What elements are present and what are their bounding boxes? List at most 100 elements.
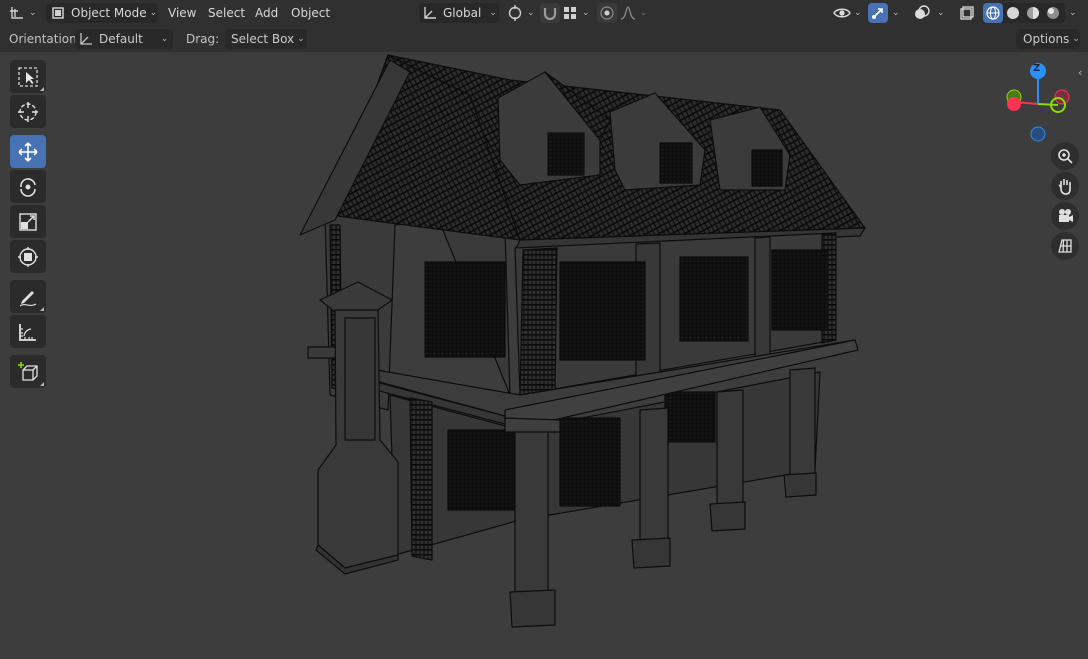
cursor-icon [18,101,38,122]
editor-type-selector[interactable]: ⌄ [8,3,42,23]
shading-solid-button[interactable] [1003,3,1023,23]
menu-select[interactable]: Select [208,4,245,22]
chevron-down-icon: ⌄ [160,34,169,44]
navigation-gizmo[interactable]: Z [1000,60,1076,146]
rotate-tool[interactable] [10,170,46,203]
proportional-edit-toggle[interactable] [597,3,617,23]
chevron-down-icon: ⌄ [29,8,37,18]
falloff-curve-icon [620,6,636,20]
chevron-down-icon: ⌄ [582,8,590,18]
wireframe-sphere-icon [986,6,1000,20]
viewport-header: ⌄ Object Mode ⌄ View Select Add Object G… [0,0,1088,26]
options-button[interactable]: Options ⌄ [1016,29,1080,49]
menu-add[interactable]: Add [255,4,278,22]
scale-icon [19,212,37,231]
rendered-sphere-icon [1047,7,1059,19]
transform-orientation-selector[interactable]: Global ⌄ [419,3,499,23]
overlay-toggle[interactable] [913,3,933,23]
material-sphere-icon [1027,7,1039,19]
move-tool[interactable] [10,135,46,168]
chevron-down-icon: ⌄ [937,8,945,18]
drag-label: Drag: [186,32,220,46]
camera-view-button[interactable] [1051,202,1079,230]
z-axis-label: Z [1033,63,1041,74]
object-mode-icon [52,7,64,19]
object-visibility-selector[interactable]: ⌄ [833,3,863,23]
scale-tool[interactable] [10,205,46,238]
pan-button[interactable] [1051,172,1079,200]
orientation-axes-icon [424,7,436,19]
ortho-toggle-button[interactable] [1051,232,1079,260]
ortho-grid-icon [1058,239,1072,253]
shading-mode-group [983,3,1065,23]
chevron-down-icon: ⌄ [149,8,158,18]
select-box-tool[interactable] [10,60,46,93]
transform-axes-icon [10,7,23,19]
snap-magnet-icon [543,8,557,21]
chevron-down-icon: ⌄ [1069,8,1077,18]
snap-toggle[interactable] [540,3,560,23]
pan-hand-icon [1058,179,1071,195]
orientation-axes-icon [80,33,92,45]
shading-options[interactable]: ⌄ [1066,3,1080,23]
add-cube-tool[interactable] [10,355,46,388]
orientation-value: Default [99,32,143,46]
collapse-arrow-icon[interactable]: ‹ [1078,66,1082,79]
chevron-down-icon: ⌄ [297,34,305,44]
transform-icon [18,246,38,267]
mode-selector[interactable]: Object Mode ⌄ [46,3,158,23]
gizmo-options[interactable]: ⌄ [889,3,903,23]
gizmo-toggle[interactable] [868,3,888,23]
pivot-point-icon [508,5,522,21]
overlay-options[interactable]: ⌄ [934,3,948,23]
zoom-icon [1058,149,1073,164]
tool-expand-corner [40,87,44,91]
gizmo-icon [872,8,883,19]
shading-wireframe-button[interactable] [983,3,1003,23]
mode-label: Object Mode [71,6,147,20]
tool-expand-corner [40,307,44,311]
pivot-point-selector[interactable]: ⌄ [506,3,536,23]
drag-selector[interactable]: Select Box ⌄ [225,29,307,49]
move-icon [18,141,38,162]
rotate-icon [20,177,36,197]
menu-view[interactable]: View [168,4,196,22]
xray-icon [960,6,974,20]
chevron-down-icon: ⌄ [640,8,648,18]
eye-icon [833,8,851,18]
proportional-edit-icon [600,6,614,20]
drag-value: Select Box [231,32,295,46]
options-label: Options [1023,32,1070,46]
cursor-tool[interactable] [10,95,46,128]
chevron-down-icon: ⌄ [489,8,497,18]
chevron-down-icon: ⌄ [892,8,900,18]
snap-increment-icon [564,7,576,19]
camera-view-icon [1059,209,1073,222]
transform-orientation-value: Global [443,6,482,20]
measure-tool[interactable] [10,315,46,348]
3d-viewport[interactable]: Z ‹ [0,52,1088,659]
zoom-button[interactable] [1051,142,1079,170]
chevron-down-icon: ⌄ [854,8,862,18]
measure-ruler-icon [19,323,36,341]
menu-object[interactable]: Object [291,4,330,22]
overlay-icon [915,5,930,19]
tool-settings-header: Orientation: Default ⌄ Drag: Select Box … [0,26,1088,52]
annotate-pencil-icon [19,290,37,307]
tool-expand-corner [40,382,44,386]
chevron-down-icon: ⌄ [1072,34,1080,44]
xray-toggle[interactable] [958,3,978,23]
annotate-tool[interactable] [10,280,46,313]
snap-target-selector[interactable]: ⌄ [561,3,591,23]
wireframe-house-model[interactable] [0,52,1088,659]
shading-material-button[interactable] [1023,3,1043,23]
orientation-label: Orientation: [9,32,81,46]
select-box-icon [18,66,38,87]
shading-rendered-button[interactable] [1043,3,1063,23]
add-cube-icon [18,361,38,381]
orientation-selector[interactable]: Default ⌄ [75,29,173,49]
solid-sphere-icon [1007,7,1019,19]
falloff-selector[interactable]: ⌄ [619,3,649,23]
transform-tool[interactable] [10,240,46,273]
chevron-down-icon: ⌄ [527,8,535,18]
